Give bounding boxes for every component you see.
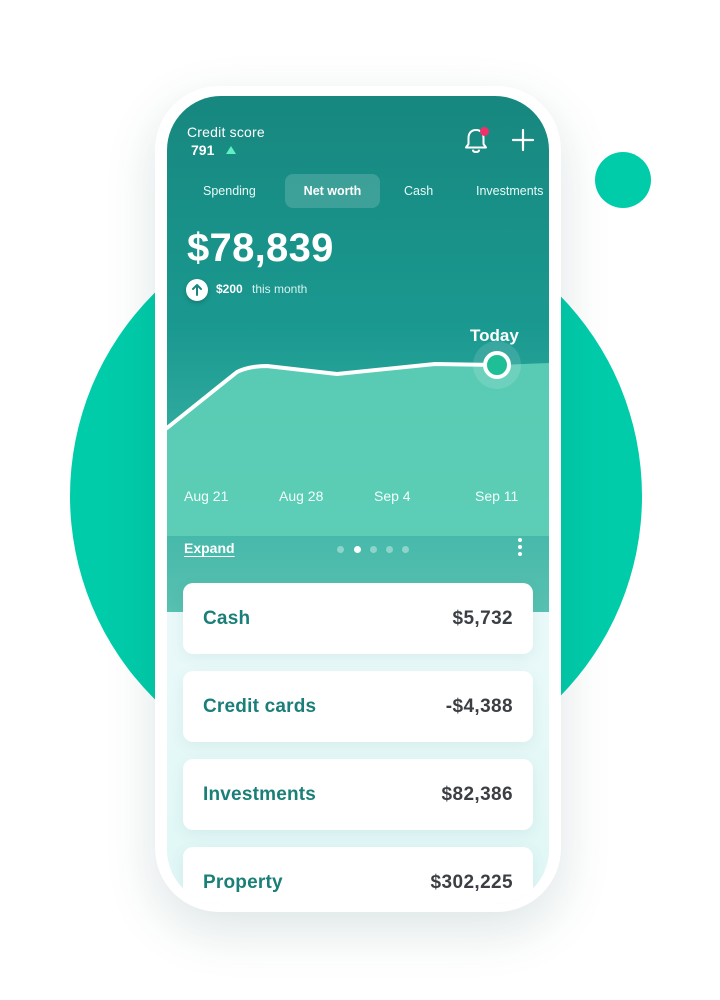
notification-badge: [480, 127, 489, 136]
x-axis-label: Sep 4: [374, 488, 411, 504]
credit-score-value: 791: [191, 142, 215, 158]
page-dot[interactable]: [386, 546, 393, 553]
tab-spending[interactable]: Spending: [203, 174, 256, 208]
x-axis-label: Aug 28: [279, 488, 324, 504]
account-value: -$4,388: [445, 696, 513, 717]
x-axis-label: Sep 11: [475, 488, 519, 504]
expand-link[interactable]: Expand: [184, 540, 235, 556]
app-screen: Credit score 791 Spending Net worth Cash…: [167, 96, 549, 904]
decorative-dot: [595, 152, 651, 208]
account-value: $82,386: [441, 784, 513, 805]
tab-investments[interactable]: Investments: [476, 174, 543, 208]
account-card-property[interactable]: Property $302,225: [183, 847, 533, 904]
page-dot[interactable]: [370, 546, 377, 553]
page-dot[interactable]: [402, 546, 409, 553]
account-label: Cash: [203, 608, 251, 629]
net-worth-chart: [167, 341, 549, 536]
change-period: this month: [252, 282, 308, 296]
account-card-cash[interactable]: Cash $5,732: [183, 583, 533, 654]
chart-today-point: [483, 351, 511, 379]
more-options-icon[interactable]: [517, 538, 523, 560]
page-dot[interactable]: [337, 546, 344, 553]
change-amount: $200: [216, 282, 243, 296]
tab-bar: Spending Net worth Cash Investments: [167, 174, 549, 210]
plus-icon[interactable]: [511, 128, 535, 152]
account-card-credit-cards[interactable]: Credit cards -$4,388: [183, 671, 533, 742]
credit-score-label: Credit score: [187, 124, 265, 140]
chart-area: [167, 363, 549, 536]
x-axis-label: Aug 21: [184, 488, 229, 504]
arrow-up-icon: [186, 279, 208, 301]
net-worth-amount: $78,839: [187, 226, 334, 270]
account-label: Property: [203, 872, 283, 893]
credit-score-up-icon: [226, 146, 236, 154]
account-label: Credit cards: [203, 696, 317, 717]
tab-cash[interactable]: Cash: [404, 174, 433, 208]
tab-net-worth[interactable]: Net worth: [285, 174, 380, 208]
account-card-investments[interactable]: Investments $82,386: [183, 759, 533, 830]
account-value: $302,225: [430, 872, 513, 893]
account-value: $5,732: [452, 608, 513, 629]
account-label: Investments: [203, 784, 317, 805]
page-dot-active[interactable]: [354, 546, 361, 553]
